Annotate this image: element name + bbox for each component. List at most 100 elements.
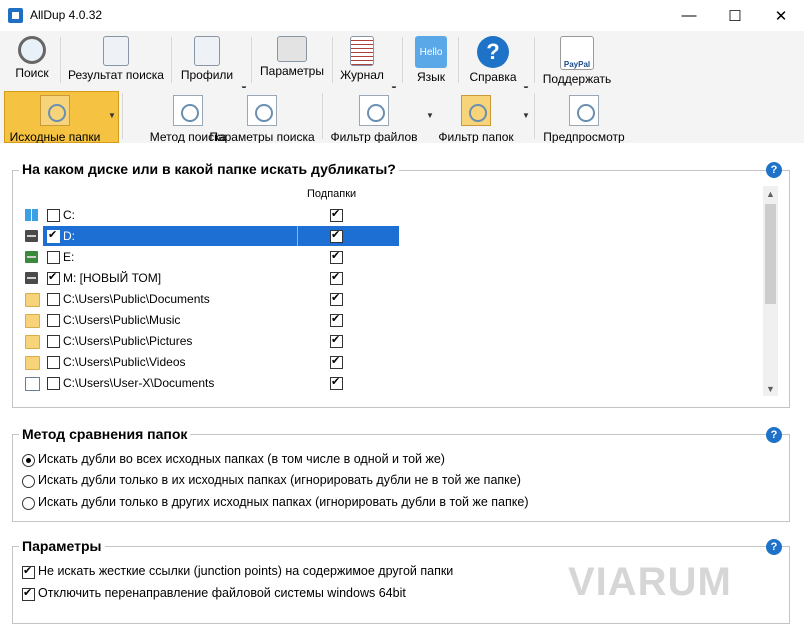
subfolders-column-header: Подпапки (307, 188, 357, 200)
search-method-icon (173, 95, 203, 126)
tab-folder-filter[interactable]: Фильтр папок (436, 92, 516, 144)
source-help-icon[interactable]: ? (766, 162, 782, 178)
scroll-down-icon[interactable]: ▼ (763, 381, 778, 396)
subfolders-checkbox[interactable] (330, 312, 343, 327)
source-path: C:\Users\Public\Pictures (63, 334, 193, 348)
toolbar-separator (251, 37, 252, 83)
toolbar-separator (458, 37, 459, 83)
toolbar-separator (402, 37, 403, 83)
parameters-help-icon[interactable]: ? (766, 539, 782, 555)
include-checkbox[interactable] (47, 251, 60, 264)
source-path: C:\Users\Public\Music (63, 313, 181, 327)
include-checkbox[interactable] (47, 228, 60, 243)
source-row[interactable]: C:\Users\Public\Documents (22, 289, 378, 309)
source-row[interactable]: C: (22, 205, 378, 225)
help-button[interactable]: ? Справка (468, 34, 518, 86)
green-drive-icon (25, 251, 38, 263)
app-icon (8, 8, 23, 23)
maximize-button[interactable]: ☐ (712, 0, 758, 31)
magnifier-icon (18, 36, 46, 64)
source-path: C:\Users\User-X\Documents (63, 376, 215, 390)
subfolders-checkbox[interactable] (330, 333, 343, 348)
language-icon: Hello (415, 36, 447, 68)
file-filter-icon (359, 95, 389, 126)
source-row[interactable]: E: (22, 247, 378, 267)
minimize-button[interactable]: — (666, 0, 712, 31)
source-path: C:\Users\Public\Videos (63, 355, 186, 369)
subfolders-checkbox[interactable] (330, 354, 343, 369)
profiles-button[interactable]: Профили (178, 34, 236, 86)
compare-group-title: Метод сравнения папок (19, 426, 191, 442)
log-icon (350, 36, 374, 66)
log-button[interactable]: Журнал (338, 34, 386, 86)
toolbar-separator (332, 37, 333, 83)
source-folders-dropdown-icon[interactable]: ▼ (108, 111, 116, 120)
search-params-icon (247, 95, 277, 126)
subfolders-checkbox[interactable] (330, 270, 343, 285)
search-button[interactable]: Поиск (10, 34, 54, 86)
tab-search-params[interactable]: Параметры поиска (207, 92, 317, 144)
source-path: E: (63, 250, 75, 264)
toolbar-separator (534, 93, 535, 139)
drive-icon (25, 272, 38, 284)
subfolders-checkbox[interactable] (330, 207, 343, 222)
include-checkbox[interactable] (47, 377, 60, 390)
compare-help-icon[interactable]: ? (766, 427, 782, 443)
toolbar-separator (322, 93, 323, 139)
tab-file-filter[interactable]: Фильтр файлов (330, 92, 418, 144)
include-checkbox[interactable] (47, 270, 60, 285)
source-row[interactable]: C:\Users\Public\Videos (22, 352, 378, 372)
selection-highlight (43, 226, 399, 246)
subfolders-checkbox[interactable] (330, 291, 343, 306)
source-path: D: (63, 229, 75, 243)
windows-drive-icon (25, 209, 38, 221)
subfolders-checkbox[interactable] (330, 249, 343, 264)
tab-preview[interactable]: Предпросмотр (542, 92, 626, 144)
close-button[interactable]: ✕ (758, 0, 804, 31)
preview-icon (569, 95, 599, 126)
paypal-icon: PayPal (560, 36, 594, 70)
source-group-title: На каком диске или в какой папке искать … (19, 161, 399, 177)
subfolders-checkbox[interactable] (330, 375, 343, 390)
toolbar-separator (60, 37, 61, 83)
include-checkbox[interactable] (47, 356, 60, 369)
watermark: VIARUM (568, 560, 732, 604)
source-row[interactable]: C:\Users\Public\Pictures (22, 331, 378, 351)
document-icon (25, 377, 40, 391)
source-row[interactable]: C:\Users\Public\Music (22, 310, 378, 330)
scroll-up-icon[interactable]: ▲ (763, 186, 778, 201)
result-icon (103, 36, 129, 66)
language-button[interactable]: Hello Язык (413, 34, 449, 86)
checkbox[interactable] (22, 586, 35, 601)
main-toolbar: Поиск Результат поиска Профили ▼ Парамет… (0, 31, 804, 93)
tab-source-folders[interactable]: Исходные папки (8, 92, 102, 144)
file-filter-dropdown-icon[interactable]: ▼ (426, 111, 434, 120)
settings-icon (277, 36, 307, 62)
search-result-button[interactable]: Результат поиска (68, 34, 164, 86)
donate-button[interactable]: PayPal Поддержать (542, 34, 612, 86)
source-row[interactable]: M: [НОВЫЙ ТОМ] (22, 268, 378, 288)
source-row[interactable]: C:\Users\User-X\Documents (22, 373, 378, 393)
source-path: C: (63, 208, 75, 222)
profiles-icon (194, 36, 220, 66)
toolbar-separator (171, 37, 172, 83)
subfolders-checkbox[interactable] (330, 228, 343, 243)
source-list-scrollbar[interactable]: ▲ ▼ (763, 186, 778, 396)
include-checkbox[interactable] (47, 293, 60, 306)
parameters-button[interactable]: Параметры (258, 34, 326, 86)
source-row[interactable]: D: (22, 226, 399, 246)
include-checkbox[interactable] (47, 209, 60, 222)
radio-button[interactable] (22, 475, 35, 488)
radio-button[interactable] (22, 454, 35, 467)
include-checkbox[interactable] (47, 335, 60, 348)
source-path: M: [НОВЫЙ ТОМ] (63, 271, 162, 285)
source-folders-icon (40, 95, 70, 126)
radio-button[interactable] (22, 497, 35, 510)
folder-filter-dropdown-icon[interactable]: ▼ (522, 111, 530, 120)
title-bar: AllDup 4.0.32 — ☐ ✕ (0, 0, 804, 32)
window-title: AllDup 4.0.32 (30, 8, 103, 22)
drive-icon (25, 230, 38, 242)
scroll-thumb[interactable] (765, 204, 776, 304)
checkbox[interactable] (22, 564, 35, 579)
include-checkbox[interactable] (47, 314, 60, 327)
